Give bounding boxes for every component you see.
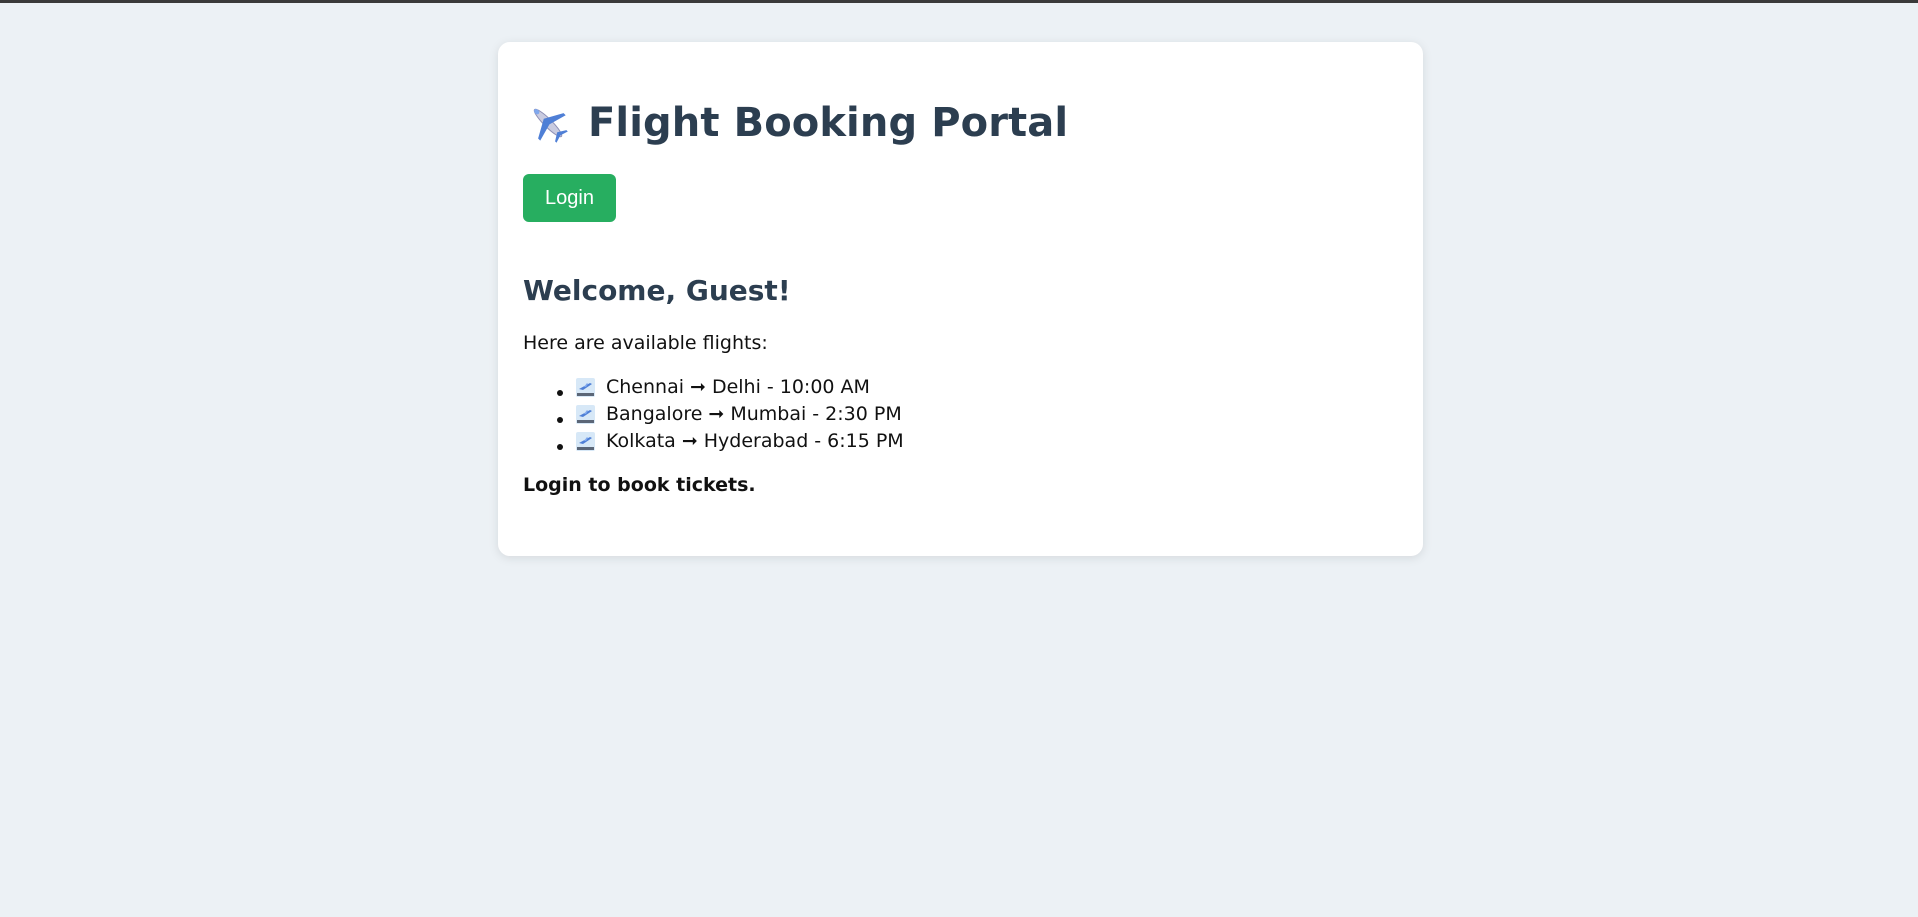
flight-destination: Delhi [711, 376, 761, 398]
route-arrow: ➞ [681, 430, 698, 452]
route-arrow: ➞ [708, 403, 725, 425]
flights-intro: Here are available flights: [523, 332, 768, 354]
welcome-heading: Welcome, Guest! [523, 274, 791, 307]
airplane-icon [526, 101, 570, 145]
portal-card: Flight Booking Portal Login Welcome, Gue… [498, 42, 1423, 556]
departure-icon [575, 431, 596, 452]
flight-origin: Bangalore [606, 403, 703, 425]
flight-destination: Mumbai [730, 403, 807, 425]
flight-time: - 10:00 AM [766, 376, 870, 398]
departure-icon [575, 377, 596, 398]
flight-item: Chennai ➞ Delhi - 10:00 AM [575, 374, 1398, 401]
page-title: Flight Booking Portal [588, 100, 1069, 146]
flight-list: Chennai ➞ Delhi - 10:00 AM Bangalore ➞ [523, 374, 1398, 455]
header: Flight Booking Portal [523, 98, 1398, 148]
flight-item: Bangalore ➞ Mumbai - 2:30 PM [575, 401, 1398, 428]
login-prompt: Login to book tickets. [523, 474, 756, 496]
flight-time: - 2:30 PM [812, 403, 902, 425]
flight-item: Kolkata ➞ Hyderabad - 6:15 PM [575, 428, 1398, 455]
flight-origin: Chennai [606, 376, 685, 398]
flight-origin: Kolkata [606, 430, 676, 452]
flight-destination: Hyderabad [703, 430, 809, 452]
route-arrow: ➞ [690, 376, 706, 398]
flight-time: - 6:15 PM [814, 430, 904, 452]
departure-icon [575, 404, 596, 425]
top-border [0, 0, 1918, 3]
login-button[interactable]: Login [523, 174, 616, 222]
